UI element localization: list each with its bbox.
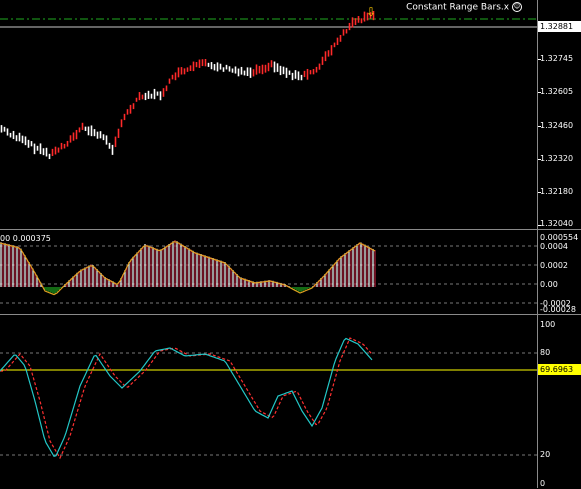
price-chart: ⇩ — [0, 5, 537, 160]
osc-tick: 0.0004 — [540, 242, 568, 251]
price-axis: 1.32745 1.32605 1.32460 1.32320 1.32180 … — [538, 0, 581, 229]
down-arrow-icon: ⇩ — [366, 5, 376, 19]
stochastic-value-tag: 69.6963 — [538, 364, 581, 375]
osc-tick: 0.0002 — [540, 261, 568, 270]
price-tick: 1.32040 — [540, 219, 574, 228]
stochastic-pane[interactable] — [0, 316, 537, 488]
stoch-tick: 100 — [540, 320, 556, 329]
stochastic-axis: 100 80 20 0 — [538, 316, 581, 488]
stoch-tick: 80 — [540, 348, 551, 357]
main-chart-pane[interactable]: ⇩ Constant Range Bars.x ☺ — [0, 0, 537, 229]
osc-tick: -0.00028 — [540, 305, 576, 314]
price-tick: 1.32460 — [540, 121, 574, 130]
oscillator-axis: 0.000554 0.0004 0.0002 0.00 -0.0002 -0.0… — [538, 232, 581, 314]
pane-separator[interactable] — [0, 229, 581, 230]
indicator-name: Constant Range Bars.x — [406, 2, 510, 13]
stochastic-chart — [0, 337, 537, 460]
pane-separator[interactable] — [0, 314, 581, 315]
osc-tick: 0.00 — [540, 280, 558, 289]
indicator-title: Constant Range Bars.x ☺ — [406, 2, 522, 13]
smiley-face-icon: ☺ — [512, 2, 522, 12]
current-price-tag: 1.32881 — [538, 21, 581, 32]
stoch-main-line — [0, 337, 373, 457]
price-tick: 1.32180 — [540, 187, 574, 196]
stoch-tick: 20 — [540, 450, 551, 459]
oscillator-label: 00 0.000375 — [0, 234, 51, 243]
price-tick: 1.32745 — [540, 54, 574, 63]
price-tick: 1.32605 — [540, 87, 574, 96]
oscillator-chart — [0, 240, 537, 304]
price-tick: 1.32320 — [540, 154, 574, 163]
oscillator-pane[interactable]: 00 0.000375 — [0, 232, 537, 313]
